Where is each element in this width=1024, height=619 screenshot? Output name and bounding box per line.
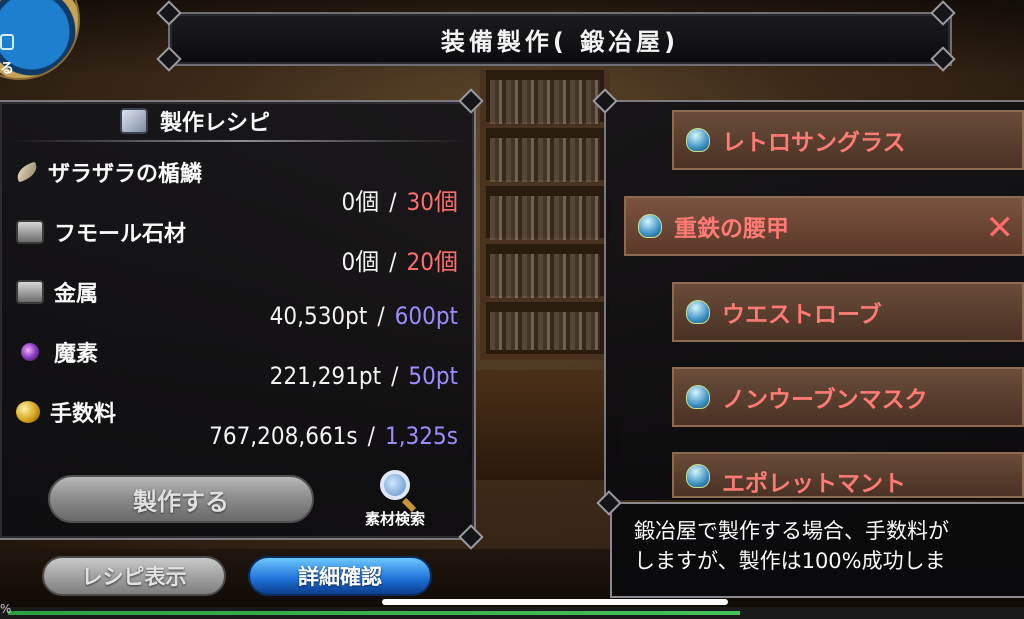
recipe-title: 製作レシピ — [160, 111, 271, 136]
item-name: エポレットマント — [722, 471, 906, 497]
material-count: 40,530pt / 600pt — [270, 302, 458, 330]
list-item[interactable]: レトロサングラス — [672, 110, 1024, 170]
equipment-icon — [686, 300, 710, 324]
list-item[interactable]: ウエストローブ — [672, 282, 1024, 342]
material-count: 0個 / 30個 — [342, 182, 458, 217]
material-name: ザラザラの楯鱗 — [48, 162, 203, 187]
message-line: 鍛冶屋で製作する場合、手数料が — [634, 519, 949, 543]
material-row-name: 手数料 — [16, 396, 116, 428]
material-need: 1,325s — [384, 422, 458, 450]
list-item[interactable]: 重鉄の腰甲 ✕ — [624, 196, 1024, 256]
menu-icon — [0, 34, 14, 50]
count-separator: / — [389, 188, 397, 216]
recipe-view-button[interactable]: レシピ表示 — [42, 556, 226, 596]
material-row-name: 魔素 — [16, 336, 98, 368]
count-separator: / — [391, 362, 399, 390]
material-have: 0個 — [341, 188, 380, 216]
coins-icon — [16, 401, 40, 423]
detail-button[interactable]: 詳細確認 — [248, 556, 432, 596]
claw-icon — [14, 161, 40, 183]
books — [490, 80, 600, 350]
desk — [470, 370, 620, 480]
search-icon — [380, 470, 410, 500]
list-item[interactable]: ノンウーブンマスク — [672, 367, 1024, 427]
metal-icon — [16, 280, 44, 304]
equipment-icon — [686, 385, 710, 409]
message-line: しますが、製作は100%成功しま — [634, 549, 946, 573]
material-need: 600pt — [394, 302, 458, 330]
craft-button[interactable]: 製作する — [48, 475, 314, 523]
item-name: レトロサングラス — [722, 130, 906, 156]
material-have: 767,208,661s — [209, 422, 358, 450]
title-bar: 装備製作( 鍛冶屋) — [168, 12, 952, 66]
recipe-header: 製作レシピ — [120, 104, 270, 138]
material-need: 30個 — [406, 188, 458, 216]
material-have: 40,530pt — [269, 302, 368, 330]
material-search-button[interactable]: 素材検索 — [352, 470, 438, 534]
material-row-name: 金属 — [16, 276, 98, 308]
material-count: 221,291pt / 50pt — [270, 362, 458, 390]
material-name: 金属 — [54, 282, 99, 307]
material-name: 手数料 — [50, 402, 117, 427]
stone-icon — [16, 220, 44, 244]
divider — [10, 140, 466, 142]
count-separator: / — [377, 302, 385, 330]
close-icon[interactable]: ✕ — [986, 208, 1015, 248]
material-row-name: ザラザラの楯鱗 — [14, 156, 203, 188]
count-separator: / — [389, 248, 397, 276]
orb-icon — [21, 343, 39, 361]
equipment-icon — [686, 128, 710, 152]
item-name: 重鉄の腰甲 — [674, 216, 789, 242]
progress-fill — [8, 611, 740, 615]
material-count: 0個 / 20個 — [342, 242, 458, 277]
list-item[interactable]: エポレットマント — [672, 452, 1024, 498]
home-indicator[interactable] — [382, 599, 728, 605]
material-need: 50pt — [408, 362, 458, 390]
material-need: 20個 — [406, 248, 458, 276]
material-row-name: フモール石材 — [16, 216, 186, 248]
message-box: 鍛冶屋で製作する場合、手数料が しますが、製作は100%成功しま — [610, 502, 1024, 598]
material-have: 0個 — [341, 248, 380, 276]
material-have: 221,291pt — [269, 362, 382, 390]
item-name: ノンウーブンマスク — [722, 387, 928, 413]
menu-emblem-label: る — [0, 61, 14, 77]
progress-label: % — [0, 602, 12, 616]
material-name: フモール石材 — [54, 222, 187, 247]
equipment-icon — [686, 464, 710, 488]
material-search-label: 素材検索 — [364, 510, 425, 528]
material-name: 魔素 — [54, 342, 99, 367]
equipment-icon — [638, 214, 662, 238]
count-separator: / — [367, 422, 375, 450]
recipe-scroll-icon — [120, 108, 148, 134]
page-title: 装備製作( 鍛冶屋) — [440, 27, 680, 56]
item-name: ウエストローブ — [722, 302, 882, 328]
material-count: 767,208,661s / 1,325s — [209, 422, 458, 450]
